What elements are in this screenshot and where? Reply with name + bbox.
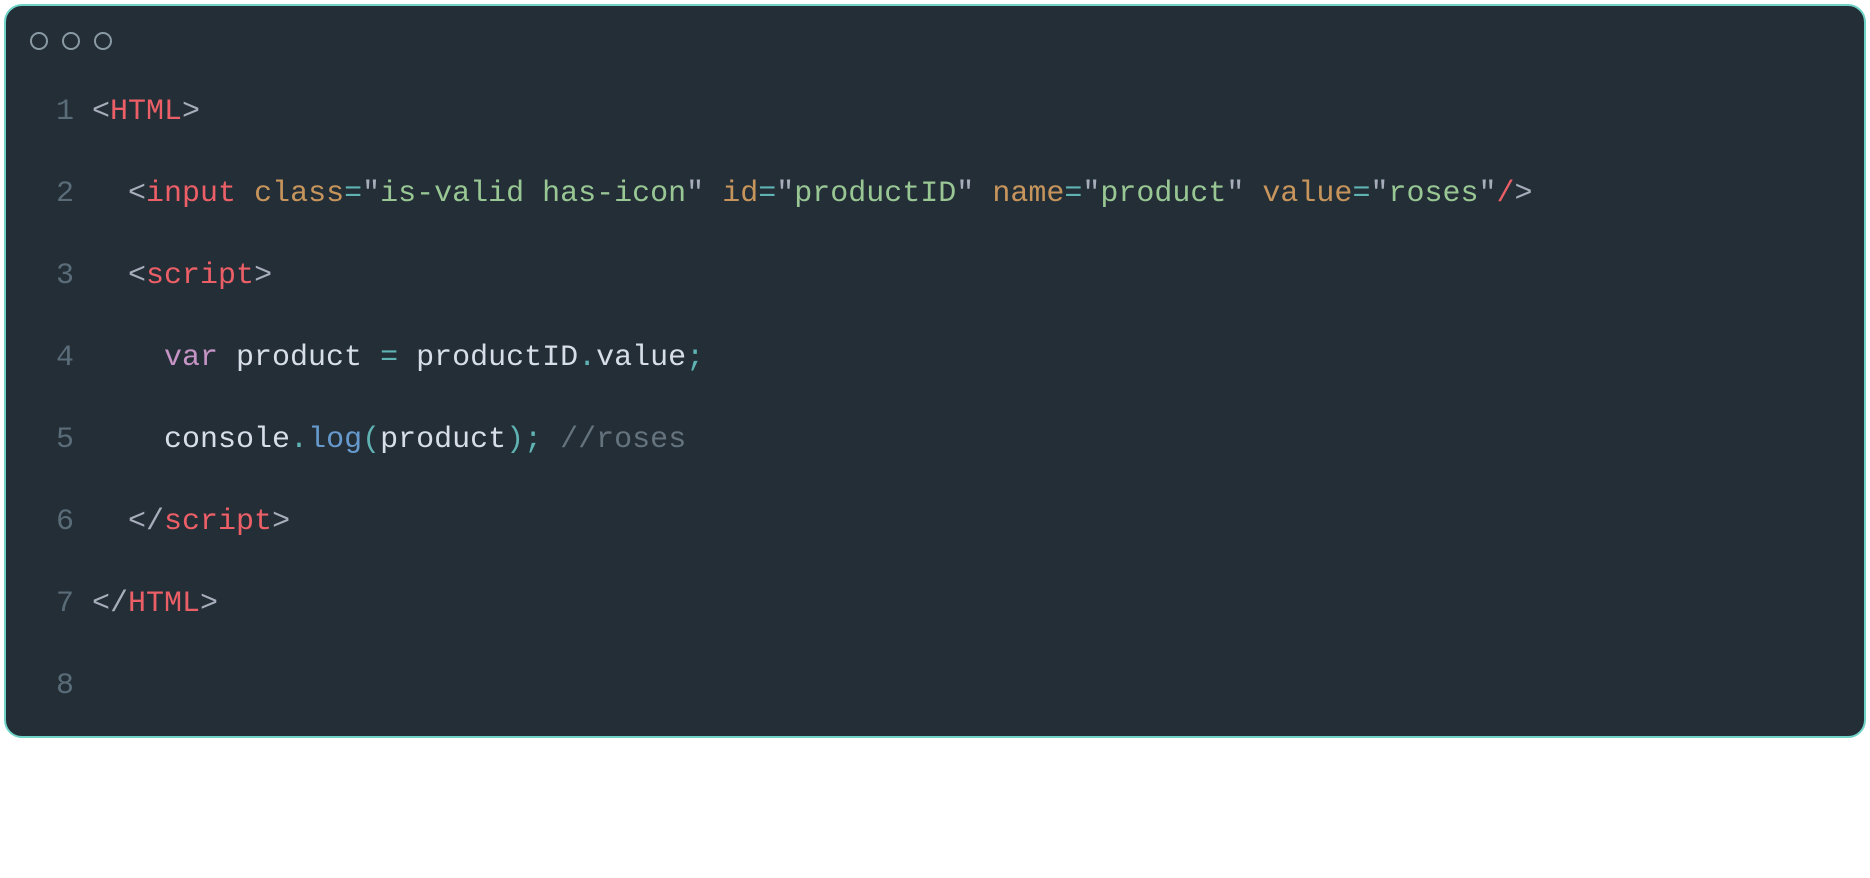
code-token: HTML [128, 587, 200, 621]
line-number: 7 [34, 586, 74, 622]
code-line[interactable]: 6 </script> [34, 504, 1836, 540]
code-token [704, 177, 722, 211]
line-number: 5 [34, 422, 74, 458]
line-content[interactable]: </script> [92, 504, 290, 540]
code-token: script [164, 505, 272, 539]
code-token: product [218, 341, 380, 375]
line-number: 1 [34, 94, 74, 130]
code-token: HTML [110, 95, 182, 129]
code-token: = [758, 177, 776, 211]
code-token: name [992, 177, 1064, 211]
code-token: " [1082, 177, 1100, 211]
indent [92, 177, 128, 211]
code-token: ; [686, 341, 704, 375]
code-token: " [776, 177, 794, 211]
code-token: > [182, 95, 200, 129]
code-token: " [1226, 177, 1244, 211]
code-token: . [290, 423, 308, 457]
code-token: = [344, 177, 362, 211]
line-content[interactable]: <script> [92, 258, 272, 294]
line-number: 8 [34, 668, 74, 704]
code-token: " [686, 177, 704, 211]
code-token: ( [362, 423, 380, 457]
code-token: = [1352, 177, 1370, 211]
line-content[interactable]: console.log(product); //roses [92, 422, 686, 458]
code-token: input [146, 177, 236, 211]
code-token: . [578, 341, 596, 375]
maximize-icon[interactable] [94, 32, 112, 50]
code-token: productID [794, 177, 956, 211]
code-line[interactable]: 3 <script> [34, 258, 1836, 294]
minimize-icon[interactable] [62, 32, 80, 50]
code-token: productID [398, 341, 578, 375]
code-token: class [254, 177, 344, 211]
code-token: ) [506, 423, 524, 457]
code-token: > [254, 259, 272, 293]
code-token: var [164, 341, 218, 375]
code-line[interactable]: 7 </HTML> [34, 586, 1836, 622]
line-content[interactable]: var product = productID.value; [92, 340, 704, 376]
code-token: log [308, 423, 362, 457]
code-token: is-valid has-icon [380, 177, 686, 211]
code-token: = [1064, 177, 1082, 211]
code-token: </ [128, 505, 164, 539]
code-area[interactable]: 1<HTML>2 <input class="is-valid has-icon… [6, 58, 1864, 736]
window-titlebar [6, 6, 1864, 58]
code-token: " [1370, 177, 1388, 211]
close-icon[interactable] [30, 32, 48, 50]
code-line[interactable]: 1 <HTML> [34, 94, 1836, 130]
line-content[interactable]: <input class="is-valid has-icon" id="pro… [92, 176, 1533, 212]
code-token: < [128, 177, 146, 211]
code-token: value [596, 341, 686, 375]
line-content[interactable] [92, 668, 110, 704]
code-token: " [362, 177, 380, 211]
line-content[interactable]: </HTML> [92, 586, 218, 622]
code-token: < [92, 95, 110, 129]
editor-window: 1<HTML>2 <input class="is-valid has-icon… [4, 4, 1866, 738]
code-token: > [1515, 177, 1533, 211]
code-token: < [128, 259, 146, 293]
code-token: product [1100, 177, 1226, 211]
code-token: " [956, 177, 974, 211]
code-token: script [146, 259, 254, 293]
line-content[interactable]: <HTML> [92, 94, 200, 130]
code-token: " [1478, 177, 1496, 211]
line-number: 3 [34, 258, 74, 294]
code-token [1244, 177, 1262, 211]
code-token: > [272, 505, 290, 539]
line-number: 2 [34, 176, 74, 212]
code-line[interactable]: 2 <input class="is-valid has-icon" id="p… [34, 176, 1836, 212]
line-number: 6 [34, 504, 74, 540]
code-token: = [380, 341, 398, 375]
code-token: roses [1388, 177, 1478, 211]
line-number: 4 [34, 340, 74, 376]
indent [92, 341, 164, 375]
indent [92, 423, 164, 457]
code-token: </ [92, 587, 128, 621]
code-token: id [722, 177, 758, 211]
code-token: ; [524, 423, 542, 457]
code-token: product [380, 423, 506, 457]
indent [92, 259, 128, 293]
code-token [236, 177, 254, 211]
code-token [974, 177, 992, 211]
code-line[interactable]: 8 [34, 668, 1836, 704]
code-token: //roses [560, 423, 686, 457]
code-line[interactable]: 4 var product = productID.value; [34, 340, 1836, 376]
code-line[interactable]: 5 console.log(product); //roses [34, 422, 1836, 458]
code-token: value [1262, 177, 1352, 211]
code-token [542, 423, 560, 457]
code-token: > [200, 587, 218, 621]
code-token: console [164, 423, 290, 457]
code-token: / [1497, 177, 1515, 211]
indent [92, 505, 128, 539]
